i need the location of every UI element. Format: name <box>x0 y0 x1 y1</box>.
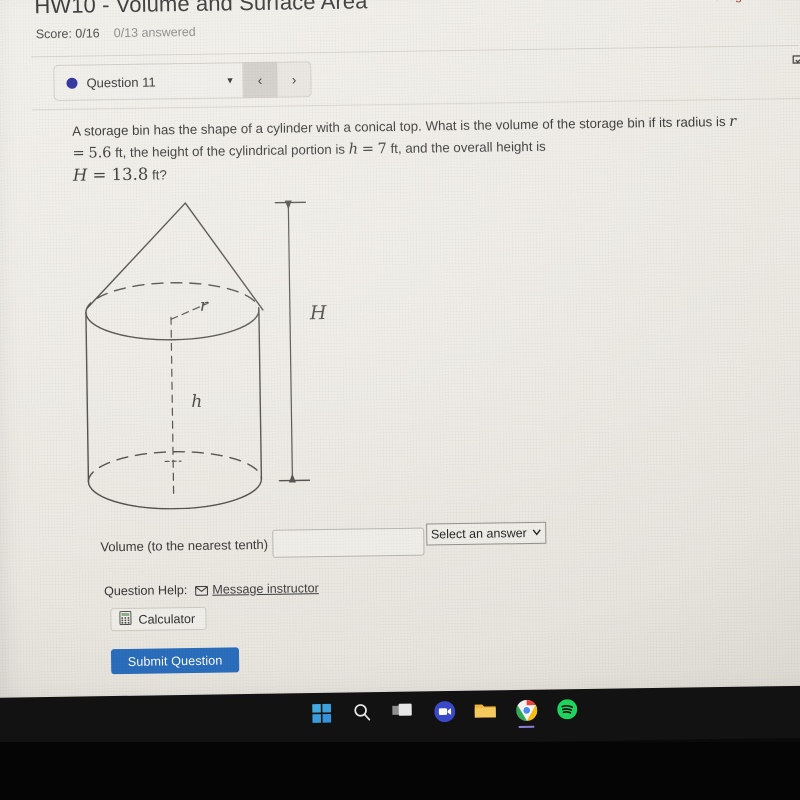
cylinder-with-conical-top-diagram: r h H <box>65 186 370 510</box>
question-select[interactable]: Question 11 ▼ <box>53 62 244 102</box>
equals-1: = <box>72 145 85 162</box>
prev-question-button[interactable]: ‹ <box>243 61 278 99</box>
score-row: Score: 0/16 0/13 answered <box>36 25 196 41</box>
submit-question-button[interactable]: Submit Question <box>110 647 240 675</box>
H-dimension-line <box>287 201 294 482</box>
question-line-2-b: ft, the height of the cylindrical portio… <box>111 141 349 161</box>
envelope-icon <box>195 585 209 596</box>
photograph-of-screen: HW10 - Volume and Surface Area Progress … <box>0 0 800 800</box>
question-line-2-a: its radius is <box>658 113 730 131</box>
calculator-label: Calculator <box>138 611 196 627</box>
figure-label-H: H <box>309 302 327 324</box>
question-line-3-b: ft? <box>148 167 167 183</box>
laptop-screen: HW10 - Volume and Surface Area Progress … <box>0 0 800 712</box>
variable-H-big: H = 13.8 <box>73 165 149 185</box>
bottom-ellipse-front <box>87 478 263 510</box>
score-text: Score: 0/16 <box>35 26 100 42</box>
equals-3: = <box>92 165 107 185</box>
top-ellipse-front <box>85 309 260 341</box>
laptop-bezel <box>0 742 800 800</box>
header-divider-bottom <box>31 97 800 111</box>
bottom-ellipse-back <box>87 451 263 483</box>
header-divider-top <box>31 44 800 58</box>
variable-r: r <box>729 113 737 130</box>
question-text: A storage bin has the shape of a cylinde… <box>72 111 743 187</box>
figure-label-r: r <box>200 296 209 316</box>
message-instructor-link[interactable]: Message instructor <box>195 581 319 597</box>
question-nav-bar: Question 11 ▼ ‹ › <box>53 61 312 102</box>
zoom-icon[interactable] <box>433 700 455 722</box>
question-status-dot <box>66 77 78 89</box>
H-arrow-down <box>288 473 296 483</box>
cylinder-right-side <box>258 309 263 480</box>
chrome-icon[interactable] <box>515 699 537 729</box>
question-help-label: Question Help: <box>103 583 188 599</box>
value-r: 5.6 <box>88 145 112 162</box>
unit-select[interactable]: Select an answer <box>425 521 546 546</box>
calculator-icon <box>119 610 132 628</box>
progress-saved-status: Progress saved <box>715 0 800 3</box>
message-instructor-label: Message instructor <box>212 581 319 597</box>
active-app-indicator <box>518 725 535 729</box>
chevron-down-icon: ▼ <box>225 75 235 86</box>
calculator-button[interactable]: Calculator <box>110 606 207 632</box>
variable-h: h <box>348 141 359 158</box>
value-H: 13.8 <box>111 164 149 185</box>
cone-left-edge <box>86 202 187 310</box>
unit-select-label: Select an answer <box>430 526 527 542</box>
answer-row: Volume (to the nearest tenth) Select an … <box>100 521 546 561</box>
task-view-icon[interactable] <box>392 701 414 723</box>
figure-label-h: h <box>191 392 202 412</box>
axis-line <box>170 316 175 495</box>
search-icon[interactable] <box>351 701 373 723</box>
answer-input[interactable] <box>271 527 425 558</box>
cone-right-edge <box>184 202 264 311</box>
variable-H: H <box>72 165 88 185</box>
H-arrow-up <box>284 200 292 210</box>
answered-count: 0/13 answered <box>113 24 196 41</box>
question-select-label: Question 11 <box>86 73 156 91</box>
cylinder-left-side <box>85 311 90 483</box>
equals-2: = <box>361 141 375 158</box>
top-ellipse-back <box>85 282 260 314</box>
spotify-icon[interactable] <box>556 698 578 720</box>
answer-label: Volume (to the nearest tenth) <box>100 536 269 555</box>
chevron-down-icon <box>532 528 541 538</box>
page-title: HW10 - Volume and Surface Area <box>34 0 368 19</box>
question-line-2-c: ft, and the overall height is <box>386 138 546 157</box>
question-help-row: Question Help: Message instructor <box>104 581 319 598</box>
windows-taskbar <box>0 685 800 750</box>
start-icon[interactable] <box>310 702 332 724</box>
checkbox-pencil-icon[interactable] <box>791 54 800 70</box>
next-question-button[interactable]: › <box>277 61 312 98</box>
file-explorer-icon[interactable] <box>474 699 496 721</box>
quiz-page: HW10 - Volume and Surface Area Progress … <box>2 0 800 700</box>
question-line-1: A storage bin has the shape of a cylinde… <box>72 115 656 139</box>
